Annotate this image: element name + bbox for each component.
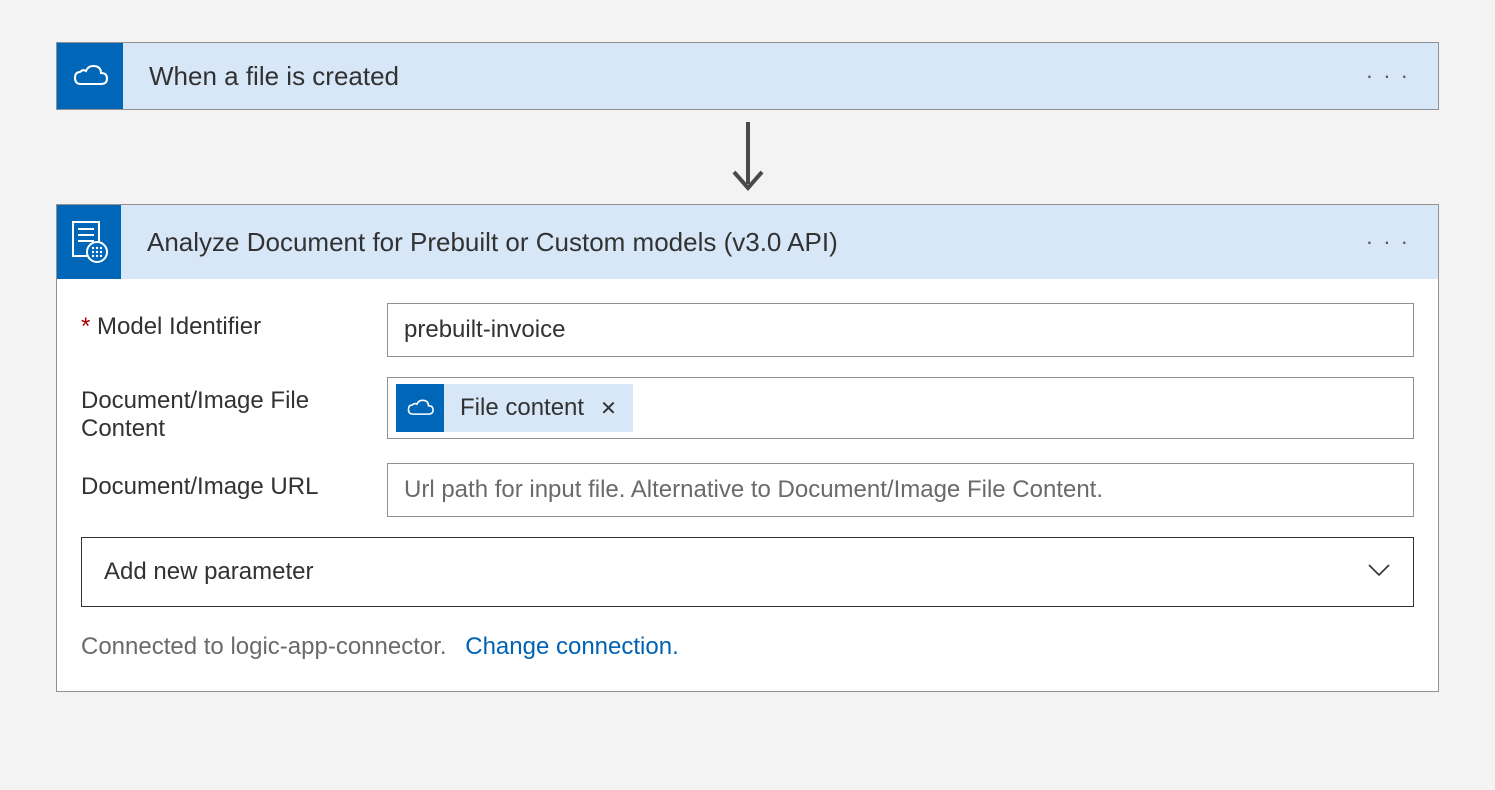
trigger-card[interactable]: When a file is created · · · bbox=[56, 42, 1439, 110]
chevron-down-icon bbox=[1367, 563, 1391, 582]
action-title: Analyze Document for Prebuilt or Custom … bbox=[147, 227, 1338, 258]
add-parameter-dropdown[interactable]: Add new parameter bbox=[81, 537, 1414, 607]
token-label: File content bbox=[444, 394, 600, 422]
image-url-input[interactable] bbox=[387, 463, 1414, 517]
field-model-identifier: * Model Identifier bbox=[81, 303, 1414, 357]
document-analyze-icon bbox=[57, 205, 121, 279]
token-remove-button[interactable]: ✕ bbox=[600, 396, 633, 421]
model-identifier-input[interactable] bbox=[387, 303, 1414, 357]
onedrive-icon bbox=[396, 384, 444, 432]
flow-arrow bbox=[56, 110, 1439, 204]
trigger-title: When a file is created bbox=[149, 61, 1338, 92]
required-indicator: * bbox=[81, 313, 90, 340]
action-card: Analyze Document for Prebuilt or Custom … bbox=[56, 204, 1439, 692]
onedrive-icon bbox=[57, 43, 123, 109]
field-file-content: Document/Image File Content File content… bbox=[81, 377, 1414, 443]
connection-info: Connected to logic-app-connector. Change… bbox=[81, 633, 1414, 661]
trigger-more-button[interactable]: · · · bbox=[1338, 63, 1438, 89]
trigger-header[interactable]: When a file is created · · · bbox=[57, 43, 1438, 109]
action-body: * Model Identifier Document/Image File C… bbox=[57, 279, 1438, 691]
model-identifier-label: * Model Identifier bbox=[81, 303, 387, 341]
change-connection-link[interactable]: Change connection. bbox=[465, 633, 679, 660]
file-content-input[interactable]: File content ✕ bbox=[387, 377, 1414, 439]
file-content-label: Document/Image File Content bbox=[81, 377, 387, 443]
action-header[interactable]: Analyze Document for Prebuilt or Custom … bbox=[57, 205, 1438, 279]
action-more-button[interactable]: · · · bbox=[1338, 229, 1438, 255]
field-image-url: Document/Image URL bbox=[81, 463, 1414, 517]
connection-text: Connected to logic-app-connector. bbox=[81, 633, 447, 660]
file-content-token[interactable]: File content ✕ bbox=[396, 384, 633, 432]
image-url-label: Document/Image URL bbox=[81, 463, 387, 501]
add-parameter-label: Add new parameter bbox=[104, 558, 313, 586]
